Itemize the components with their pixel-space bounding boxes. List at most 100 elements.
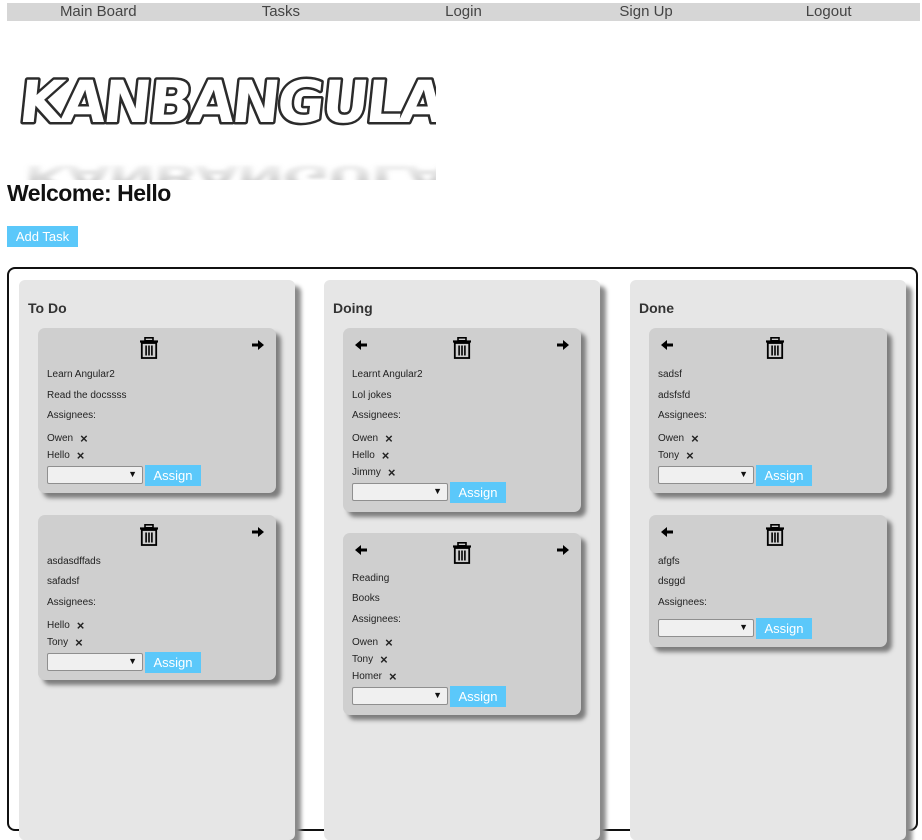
assignee-name: Hello xyxy=(47,620,70,631)
remove-assignee-icon[interactable]: × xyxy=(75,636,83,649)
column-title: Done xyxy=(639,300,674,316)
kanbangular-logo: KANBANGULAR KANBANGULAR KANBANGULAR xyxy=(16,66,436,180)
arrow-right-icon[interactable] xyxy=(557,545,569,555)
assignee-name: Owen xyxy=(658,433,685,444)
column-doing: Doing Learnt Angular2 Lol jokes Assignee… xyxy=(324,280,600,840)
dropdown-caret-icon: ▼ xyxy=(128,656,137,666)
trash-icon[interactable] xyxy=(139,524,159,546)
remove-assignee-icon[interactable]: × xyxy=(77,619,85,632)
task-description: Read the docssss xyxy=(47,390,127,401)
assignee-item: Tony × xyxy=(658,449,694,462)
assignee-name: Homer xyxy=(352,671,383,682)
assign-button[interactable]: Assign xyxy=(756,618,812,639)
assign-button[interactable]: Assign xyxy=(450,686,506,707)
assignee-select[interactable]: ▼ xyxy=(352,483,448,501)
assignee-name: Hello xyxy=(47,450,70,461)
task-description: Lol jokes xyxy=(352,390,392,401)
arrow-right-icon[interactable] xyxy=(252,527,264,537)
assignee-name: Hello xyxy=(352,450,375,461)
remove-assignee-icon[interactable]: × xyxy=(389,670,397,683)
dropdown-caret-icon: ▼ xyxy=(433,486,442,496)
assignee-name: Owen xyxy=(352,433,379,444)
arrow-right-icon[interactable] xyxy=(252,340,264,350)
assignees-label: Assignees: xyxy=(658,410,707,421)
kanban-board: To Do Learn Angular2 Read the docssss As… xyxy=(7,267,918,840)
task-card: Reading Books Assignees: Owen × Tony × H… xyxy=(343,533,581,715)
assignee-select[interactable]: ▼ xyxy=(658,466,754,484)
assignee-item: Owen × xyxy=(47,432,88,445)
trash-icon[interactable] xyxy=(139,337,159,359)
remove-assignee-icon[interactable]: × xyxy=(686,449,694,462)
arrow-left-icon[interactable] xyxy=(355,340,367,350)
assignees-label: Assignees: xyxy=(47,410,96,421)
assign-button[interactable]: Assign xyxy=(450,482,506,503)
remove-assignee-icon[interactable]: × xyxy=(388,466,396,479)
assign-button[interactable]: Assign xyxy=(145,652,201,673)
remove-assignee-icon[interactable]: × xyxy=(382,449,390,462)
task-card: sadsf adsfsfd Assignees: Owen × Tony × ▼… xyxy=(649,328,887,493)
assignee-item: Tony × xyxy=(352,653,388,666)
task-description: safadsf xyxy=(47,576,80,587)
nav-login[interactable]: Login xyxy=(372,3,555,21)
assignee-item: Owen × xyxy=(352,636,393,649)
arrow-right-icon[interactable] xyxy=(557,340,569,350)
assignee-name: Owen xyxy=(352,637,379,648)
remove-assignee-icon[interactable]: × xyxy=(691,432,699,445)
assignee-name: Tony xyxy=(47,637,69,648)
assignee-name: Tony xyxy=(352,654,374,665)
trash-icon[interactable] xyxy=(765,337,785,359)
remove-assignee-icon[interactable]: × xyxy=(80,432,88,445)
assignee-item: Hello × xyxy=(47,619,85,632)
assign-button[interactable]: Assign xyxy=(756,465,812,486)
assignees-label: Assignees: xyxy=(47,597,96,608)
assignee-item: Owen × xyxy=(658,432,699,445)
svg-text:KANBANGULAR: KANBANGULAR xyxy=(24,157,436,180)
assignees-label: Assignees: xyxy=(352,410,401,421)
add-task-button[interactable]: Add Task xyxy=(7,226,78,247)
trash-icon[interactable] xyxy=(452,337,472,359)
column-to-do: To Do Learn Angular2 Read the docssss As… xyxy=(19,280,295,840)
task-title: afgfs xyxy=(658,556,680,567)
assignees-label: Assignees: xyxy=(658,597,707,608)
assignee-item: Hello × xyxy=(47,449,85,462)
arrow-left-icon[interactable] xyxy=(661,527,673,537)
assignee-item: Tony × xyxy=(47,636,83,649)
task-card: afgfs dsggd Assignees: ▼ Assign xyxy=(649,515,887,647)
nav-sign-up[interactable]: Sign Up xyxy=(555,3,738,21)
dropdown-caret-icon: ▼ xyxy=(739,622,748,632)
assignee-item: Owen × xyxy=(352,432,393,445)
assignee-select[interactable]: ▼ xyxy=(47,653,143,671)
assignee-item: Homer × xyxy=(352,670,397,683)
column-done: Done sadsf adsfsfd Assignees: Owen × Ton… xyxy=(630,280,906,840)
task-title: sadsf xyxy=(658,369,682,380)
column-title: Doing xyxy=(333,300,373,316)
task-description: Books xyxy=(352,593,380,604)
assignee-name: Owen xyxy=(47,433,74,444)
remove-assignee-icon[interactable]: × xyxy=(385,432,393,445)
task-card: Learnt Angular2 Lol jokes Assignees: Owe… xyxy=(343,328,581,512)
assignees-label: Assignees: xyxy=(352,614,401,625)
top-navbar: Main Board Tasks Login Sign Up Logout xyxy=(7,3,920,21)
arrow-left-icon[interactable] xyxy=(355,545,367,555)
assign-button[interactable]: Assign xyxy=(145,465,201,486)
trash-icon[interactable] xyxy=(765,524,785,546)
remove-assignee-icon[interactable]: × xyxy=(380,653,388,666)
column-title: To Do xyxy=(28,300,67,316)
assignee-select[interactable]: ▼ xyxy=(658,619,754,637)
assignee-item: Hello × xyxy=(352,449,390,462)
assignee-name: Tony xyxy=(658,450,680,461)
task-description: dsggd xyxy=(658,576,686,587)
nav-logout[interactable]: Logout xyxy=(737,3,920,21)
dropdown-caret-icon: ▼ xyxy=(433,690,442,700)
assignee-select[interactable]: ▼ xyxy=(47,466,143,484)
assignee-select[interactable]: ▼ xyxy=(352,687,448,705)
assignee-name: Jimmy xyxy=(352,467,381,478)
remove-assignee-icon[interactable]: × xyxy=(385,636,393,649)
trash-icon[interactable] xyxy=(452,542,472,564)
arrow-left-icon[interactable] xyxy=(661,340,673,350)
task-title: asdasdffads xyxy=(47,556,101,567)
remove-assignee-icon[interactable]: × xyxy=(77,449,85,462)
nav-main-board[interactable]: Main Board xyxy=(7,3,190,21)
nav-tasks[interactable]: Tasks xyxy=(190,3,373,21)
dropdown-caret-icon: ▼ xyxy=(128,469,137,479)
